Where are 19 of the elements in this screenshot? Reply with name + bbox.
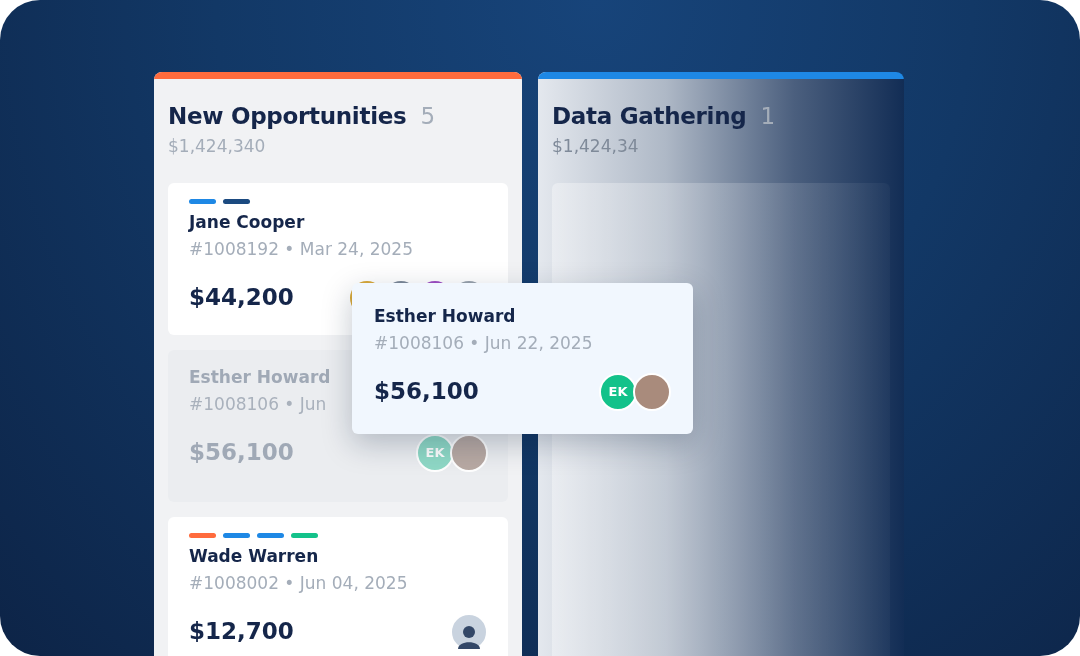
deal-id-date: #1008002 • Jun 04, 2025: [189, 572, 409, 596]
avatar: EK: [599, 372, 637, 411]
column-title: New Opportunities: [168, 102, 407, 131]
contact-name: Jane Cooper: [189, 211, 306, 234]
deal-card[interactable]: Wade Warren #1008002 • Jun 04, 2025 $12,700: [168, 517, 508, 656]
deal-amount: $56,100: [189, 438, 294, 468]
deal-count: 5: [420, 102, 436, 131]
deal-count: 1: [760, 102, 775, 131]
deal-id-date: #1008192 • Mar 24, 2025: [189, 238, 414, 262]
column-total: $1,424,340: [168, 134, 267, 158]
deal-id-date: #1008106 • Jun: [189, 393, 328, 417]
column-total: $1,424,34: [552, 134, 640, 158]
deal-amount: $12,700: [189, 617, 294, 647]
avatar: EK: [416, 433, 454, 472]
column-title: Data Gathering: [552, 102, 747, 131]
contact-name: Esther Howard: [189, 366, 332, 389]
contact-name: Wade Warren: [189, 545, 320, 568]
deal-amount: $56,100: [374, 377, 479, 407]
deal-amount: $44,200: [189, 283, 294, 313]
